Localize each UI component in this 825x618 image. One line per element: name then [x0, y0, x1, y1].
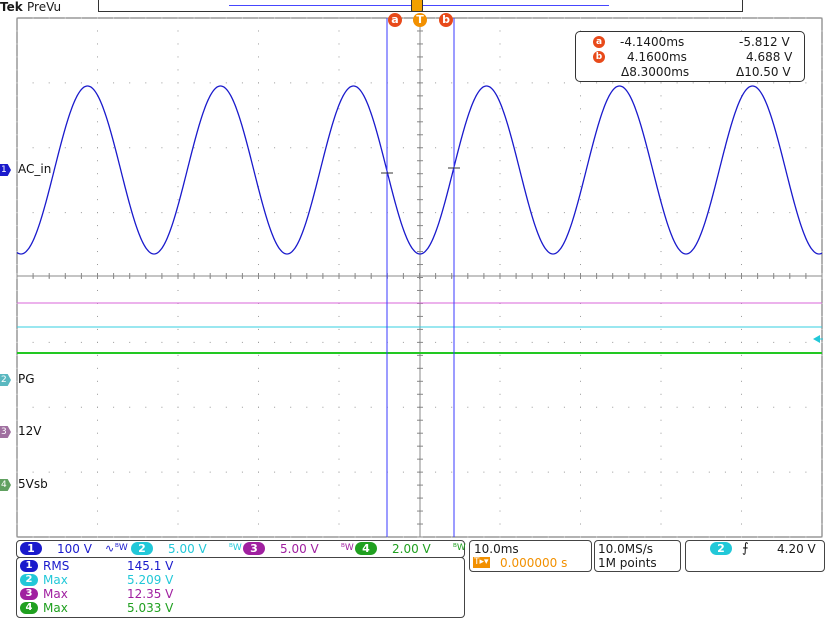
ac-coupling-icon: ∿ — [105, 542, 115, 555]
cursor-a-time: -4.1400ms — [620, 35, 685, 49]
trigger-marker-badge[interactable]: T — [413, 13, 427, 27]
channel-4-label: 5Vsb — [18, 477, 48, 491]
channel-1-scale: 100 V — [57, 542, 92, 556]
measurement-3-value: 12.35 V — [127, 587, 174, 601]
horizontal-position: 0.000000 s — [500, 556, 568, 570]
measurement-2-badge: 2 — [20, 574, 38, 586]
channel-4-button[interactable]: 4 — [355, 542, 377, 555]
channel-scale-bar: 1 100 V ∿ ᴮW 2 5.00 V ᴮW 3 5.00 V ᴮW 4 2… — [16, 540, 466, 558]
channel-4-scale: 2.00 V — [392, 542, 431, 556]
measurement-1-value: 145.1 V — [127, 559, 174, 573]
trigger-position-icon: T▸▾ — [473, 557, 490, 568]
measurement-1-label: RMS — [43, 559, 70, 573]
waveform-display[interactable] — [0, 0, 825, 618]
channel-3-label: 12V — [18, 424, 42, 438]
cursor-a-value: -5.812 V — [739, 35, 790, 49]
bandwidth-limit-icon: ᴮW — [115, 543, 128, 553]
delta-value: Δ10.50 V — [736, 65, 791, 79]
bandwidth-limit-icon: ᴮW — [229, 543, 242, 553]
measurement-3-badge: 3 — [20, 588, 38, 600]
measurement-3-label: Max — [43, 587, 68, 601]
channel-3-button[interactable]: 3 — [243, 542, 265, 555]
channel-2-button[interactable]: 2 — [131, 542, 153, 555]
cursor-b-badge[interactable]: b — [439, 13, 453, 27]
trigger-panel[interactable]: 2 ⨍ 4.20 V — [685, 540, 825, 572]
sample-rate: 10.0MS/s — [598, 542, 653, 556]
cursor-b-icon: b — [593, 51, 605, 63]
measurement-4-badge: 4 — [20, 602, 38, 614]
measurement-1-badge: 1 — [20, 560, 38, 572]
horizontal-scale: 10.0ms — [474, 542, 519, 556]
cursor-readout: a -4.1400ms -5.812 V b 4.1600ms 4.688 V … — [575, 31, 805, 82]
measurement-2-label: Max — [43, 573, 68, 587]
channel-1-button[interactable]: 1 — [20, 542, 42, 555]
measurement-2-value: 5.209 V — [127, 573, 174, 587]
acquisition-panel[interactable]: 10.0MS/s 1M points — [594, 540, 681, 572]
bandwidth-limit-icon: ᴮW — [453, 543, 466, 553]
measurement-4-label: Max — [43, 601, 68, 615]
measurements-panel: 1 RMS 145.1 V 2 Max 5.209 V 3 Max 12.35 … — [16, 557, 465, 618]
cursor-b-value: 4.688 V — [746, 50, 793, 64]
channel-1-label: AC_in — [18, 162, 52, 176]
channel-3-scale: 5.00 V — [280, 542, 319, 556]
channel-2-scale: 5.00 V — [168, 542, 207, 556]
trigger-level: 4.20 V — [777, 542, 816, 556]
channel-2-label: PG — [18, 372, 35, 386]
cursor-a-icon: a — [593, 36, 605, 48]
delta-time: Δ8.3000ms — [621, 65, 690, 79]
bandwidth-limit-icon: ᴮW — [341, 543, 354, 553]
record-length: 1M points — [598, 556, 657, 570]
graticule — [16, 17, 823, 538]
cursor-a-badge[interactable]: a — [388, 13, 402, 27]
measurement-4-value: 5.033 V — [127, 601, 174, 615]
rising-edge-icon: ⨍ — [742, 541, 749, 556]
cursor-b-time: 4.1600ms — [627, 50, 687, 64]
timebase-panel[interactable]: 10.0ms T▸▾ 0.000000 s — [469, 540, 592, 572]
trigger-source-badge: 2 — [710, 542, 732, 555]
